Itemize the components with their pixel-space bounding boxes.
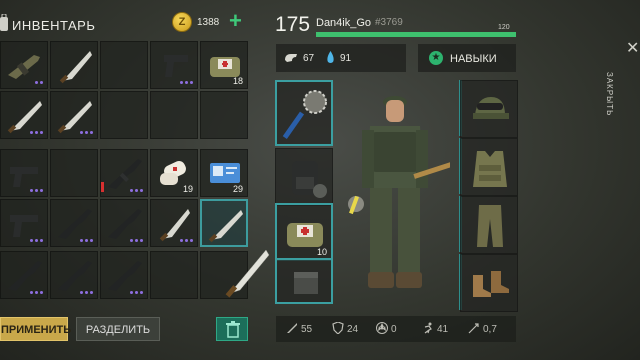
pants-icon (477, 205, 503, 247)
close-label[interactable]: ЗАКРЫТЬ (605, 72, 614, 116)
speed-value: 41 (437, 324, 449, 335)
inventory-slot-pistol[interactable] (0, 149, 48, 197)
inventory-slot-assault-rifle[interactable] (50, 251, 98, 299)
inventory-slot-assault-rifle[interactable] (0, 251, 48, 299)
rarity-dots (35, 81, 43, 84)
item-quantity: 19 (182, 184, 193, 194)
rarity-dots (80, 291, 93, 294)
spiked-mace-icon (282, 90, 327, 140)
backpack-slot[interactable] (275, 148, 333, 206)
currency-amount: 1388 (197, 17, 220, 28)
coin-icon: Z (172, 12, 192, 32)
rarity-dots (30, 131, 43, 134)
boots-slot[interactable] (460, 254, 518, 312)
inventory-slot-machete-selected[interactable] (200, 199, 248, 247)
trash-button[interactable] (216, 317, 248, 341)
inventory-slot-empty[interactable] (100, 91, 148, 139)
pocket-slot[interactable] (275, 258, 333, 304)
skills-label: НАВЫКИ (450, 53, 497, 65)
item-quantity: 18 (232, 76, 243, 86)
defense-value: 24 (347, 324, 359, 335)
inventory-slot-pistol[interactable] (0, 199, 48, 247)
machete-icon (208, 210, 243, 243)
player-level: 175 (275, 13, 311, 36)
defense-stat: 24 (332, 321, 359, 335)
inventory-slot-empty[interactable] (100, 41, 148, 89)
water-drop-icon (327, 51, 334, 63)
inventory-slot-empty[interactable] (200, 91, 248, 139)
pants-slot[interactable] (460, 196, 518, 254)
rarity-dots (130, 189, 143, 192)
health-bar-fill (316, 32, 516, 37)
trash-icon (226, 321, 240, 338)
consumable-slot[interactable]: 10 (275, 203, 333, 261)
inventory-slot-assault-rifle[interactable] (100, 149, 148, 197)
speed-stat: 41 (422, 322, 448, 335)
star-icon: ★ (429, 51, 443, 65)
split-button[interactable]: РАЗДЕЛИТЬ (76, 317, 160, 341)
water-value: 91 (340, 53, 352, 64)
rarity-dots (80, 239, 93, 242)
weapon-slot[interactable] (275, 80, 333, 146)
running-icon (424, 322, 432, 334)
player-name: Dan4ik_Go (316, 17, 372, 29)
item-quantity: 29 (232, 184, 243, 194)
inventory-slot-pistol[interactable] (150, 41, 198, 89)
inventory-slot-assault-rifle[interactable] (50, 199, 98, 247)
inventory-slot-assault-rifle[interactable] (100, 251, 148, 299)
radiation-icon (376, 322, 388, 334)
cap-icon (473, 97, 509, 119)
inventory-slot-rifle[interactable] (0, 41, 48, 89)
inventory-slot-bandage[interactable]: 19 (150, 149, 198, 197)
rarity-dots (180, 239, 193, 242)
inventory-slot-medkit-bag[interactable]: 18 (200, 41, 248, 89)
inventory-slot-empty[interactable] (150, 251, 198, 299)
inventory-slot-empty[interactable] (150, 91, 198, 139)
shield-icon (332, 321, 344, 335)
rarity-dots (180, 81, 193, 84)
backpack-icon (292, 161, 327, 198)
player-character (348, 96, 450, 288)
inventory-slot-machete[interactable] (50, 41, 98, 89)
max-health: 120 (498, 24, 510, 31)
backpack-icon (0, 14, 8, 31)
item-quantity: 10 (316, 247, 327, 257)
close-icon[interactable]: ✕ (626, 38, 639, 58)
inventory-slot-machete[interactable] (150, 199, 198, 247)
radiation-value: 0 (391, 324, 397, 335)
inventory-slot-machete[interactable] (50, 91, 98, 139)
inventory-slot-card[interactable]: 29 (200, 149, 248, 197)
inventory-slot-empty[interactable] (50, 149, 98, 197)
attack-value: 55 (301, 324, 313, 335)
rarity-dots (80, 131, 93, 134)
rarity-dots (30, 189, 43, 192)
add-currency-button[interactable]: + (229, 10, 242, 32)
radiation-stat: 0 (376, 322, 397, 335)
vest-icon (473, 151, 507, 187)
rarity-dots (30, 239, 43, 242)
rarity-dots (130, 291, 143, 294)
body-armor-slot[interactable] (460, 138, 518, 196)
rarity-dots (130, 239, 143, 242)
player-id: #3769 (375, 17, 403, 28)
machete-icon (59, 51, 92, 84)
crit-sword-icon (468, 323, 479, 334)
attack-stat: 55 (286, 322, 312, 335)
crit-stat: 0,7 (468, 322, 497, 335)
dragged-machete-icon[interactable] (222, 244, 272, 300)
hunger-icon (285, 54, 297, 62)
inventory-slot-assault-rifle[interactable] (100, 199, 148, 247)
pocket-icon (294, 272, 318, 294)
inventory-slot-machete[interactable] (0, 91, 48, 139)
hunger-value: 67 (303, 53, 315, 64)
apply-button[interactable]: ПРИМЕНИТЬ (0, 317, 71, 341)
sword-icon (287, 323, 297, 333)
helmet-slot[interactable] (460, 80, 518, 138)
crit-value: 0,7 (483, 324, 497, 335)
inventory-title: ИНВЕНТАРЬ (12, 18, 96, 33)
boots-icon (473, 271, 509, 297)
rarity-dots (30, 291, 43, 294)
